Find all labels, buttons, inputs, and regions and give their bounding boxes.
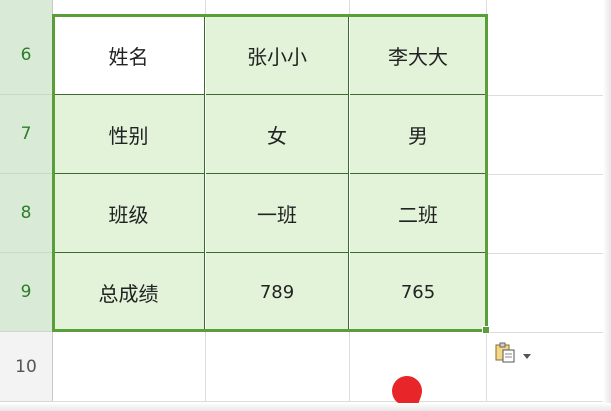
frame-shadow	[603, 0, 611, 411]
gridline	[486, 332, 487, 402]
table-cell[interactable]: 李大大	[350, 16, 486, 95]
gridline	[488, 253, 603, 254]
table-cell[interactable]: 二班	[350, 174, 486, 253]
clipboard-icon	[494, 341, 516, 367]
row-header-10[interactable]: 10	[0, 332, 52, 402]
frame-shadow	[0, 403, 611, 411]
table-cell[interactable]: 班级	[53, 174, 205, 253]
row-number: 10	[15, 356, 37, 377]
gridline	[488, 332, 603, 333]
row-number: 6	[20, 45, 32, 65]
table-cell[interactable]: 总成绩	[53, 253, 205, 332]
gridline	[349, 332, 350, 402]
gridline	[205, 0, 206, 16]
gridline	[488, 95, 603, 96]
chevron-down-icon	[522, 345, 532, 364]
row-header-8[interactable]: 8	[0, 174, 52, 253]
row-header-7[interactable]: 7	[0, 95, 52, 174]
row-number: 8	[20, 203, 32, 223]
table-cell[interactable]: 性别	[53, 95, 205, 174]
row-number: 7	[20, 124, 32, 144]
table-cell[interactable]: 一班	[206, 174, 349, 253]
table-cell[interactable]: 女	[206, 95, 349, 174]
gridline	[349, 0, 350, 16]
table-cell[interactable]: 张小小	[206, 16, 349, 95]
paste-options-button[interactable]	[494, 342, 540, 366]
table-cell[interactable]: 姓名	[53, 16, 205, 95]
spreadsheet-viewport: 6 7 8 9 10 姓名 张小小 李大大性别女男班级 一班 二班总成绩 789 765	[0, 0, 611, 411]
table-cell[interactable]: 男	[350, 95, 486, 174]
row-number: 9	[20, 282, 32, 302]
gridline	[488, 174, 603, 175]
row-header-9[interactable]: 9	[0, 253, 52, 332]
fill-handle[interactable]	[482, 326, 490, 334]
gridline	[486, 0, 487, 16]
row-header-partial	[0, 0, 52, 16]
table-cell[interactable]: 789	[206, 253, 349, 332]
row-header-6[interactable]: 6	[0, 16, 52, 95]
gridline	[52, 401, 603, 402]
gridline	[205, 332, 206, 402]
table-cell[interactable]: 765	[350, 253, 486, 332]
